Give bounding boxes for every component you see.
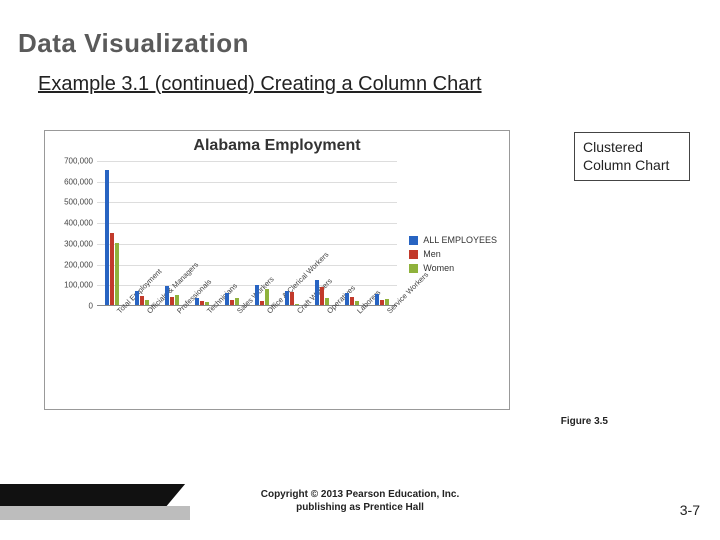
x-tick-label: Officials & Managers <box>145 260 200 315</box>
y-tick-label: 700,000 <box>64 157 93 166</box>
copyright: Copyright © 2013 Pearson Education, Inc.… <box>0 488 720 514</box>
plot-area: 0100,000200,000300,000400,000500,000600,… <box>97 161 397 306</box>
y-tick-label: 200,000 <box>64 260 93 269</box>
bar-all <box>195 298 199 305</box>
chart-container: Alabama Employment 0100,000200,000300,00… <box>44 130 510 410</box>
bar-men <box>200 301 204 305</box>
legend-swatch <box>409 236 418 245</box>
grid-line <box>97 161 397 162</box>
grid-line <box>97 202 397 203</box>
legend-label: Men <box>423 249 441 259</box>
bar-men <box>230 300 234 305</box>
grid-line <box>97 244 397 245</box>
bar-men <box>350 297 354 305</box>
bar-all <box>345 293 349 305</box>
legend-item: Men <box>409 249 497 259</box>
y-tick-label: 500,000 <box>64 198 93 207</box>
copyright-line1: Copyright © 2013 Pearson Education, Inc. <box>261 489 460 500</box>
bar-men <box>320 287 324 305</box>
chart-title: Alabama Employment <box>45 131 509 157</box>
y-tick-label: 100,000 <box>64 281 93 290</box>
bar-women <box>175 295 179 305</box>
bar-all <box>375 294 379 305</box>
bar-men <box>260 301 264 305</box>
bar-all <box>285 291 289 306</box>
bar-women <box>115 243 119 305</box>
bar-all <box>135 291 139 306</box>
y-tick-label: 400,000 <box>64 219 93 228</box>
bar-all <box>315 280 319 305</box>
bar-men <box>140 296 144 305</box>
bar-women <box>265 289 269 305</box>
grid-line <box>97 265 397 266</box>
bar-men <box>290 292 294 305</box>
callout-label: Clustered Column Chart <box>574 132 690 181</box>
page-title: Data Visualization <box>0 0 720 59</box>
bar-men <box>380 300 384 305</box>
grid-line <box>97 223 397 224</box>
legend-label: Women <box>423 263 454 273</box>
y-tick-label: 300,000 <box>64 239 93 248</box>
bar-all <box>165 286 169 305</box>
legend-item: Women <box>409 263 497 273</box>
bar-men <box>170 297 174 305</box>
legend-swatch <box>409 264 418 273</box>
bar-all <box>255 285 259 305</box>
subtitle: Example 3.1 (continued) Creating a Colum… <box>0 59 720 96</box>
copyright-line2: publishing as Prentice Hall <box>296 502 424 513</box>
bar-men <box>110 233 114 306</box>
legend-label: ALL EMPLOYEES <box>423 235 497 245</box>
bar-all <box>225 293 229 305</box>
y-tick-label: 0 <box>89 302 93 311</box>
figure-label: Figure 3.5 <box>561 416 608 427</box>
legend-item: ALL EMPLOYEES <box>409 235 497 245</box>
bar-all <box>105 170 109 305</box>
legend: ALL EMPLOYEES Men Women <box>409 231 497 277</box>
page-number: 3-7 <box>680 502 700 518</box>
y-tick-label: 600,000 <box>64 177 93 186</box>
legend-swatch <box>409 250 418 259</box>
grid-line <box>97 182 397 183</box>
